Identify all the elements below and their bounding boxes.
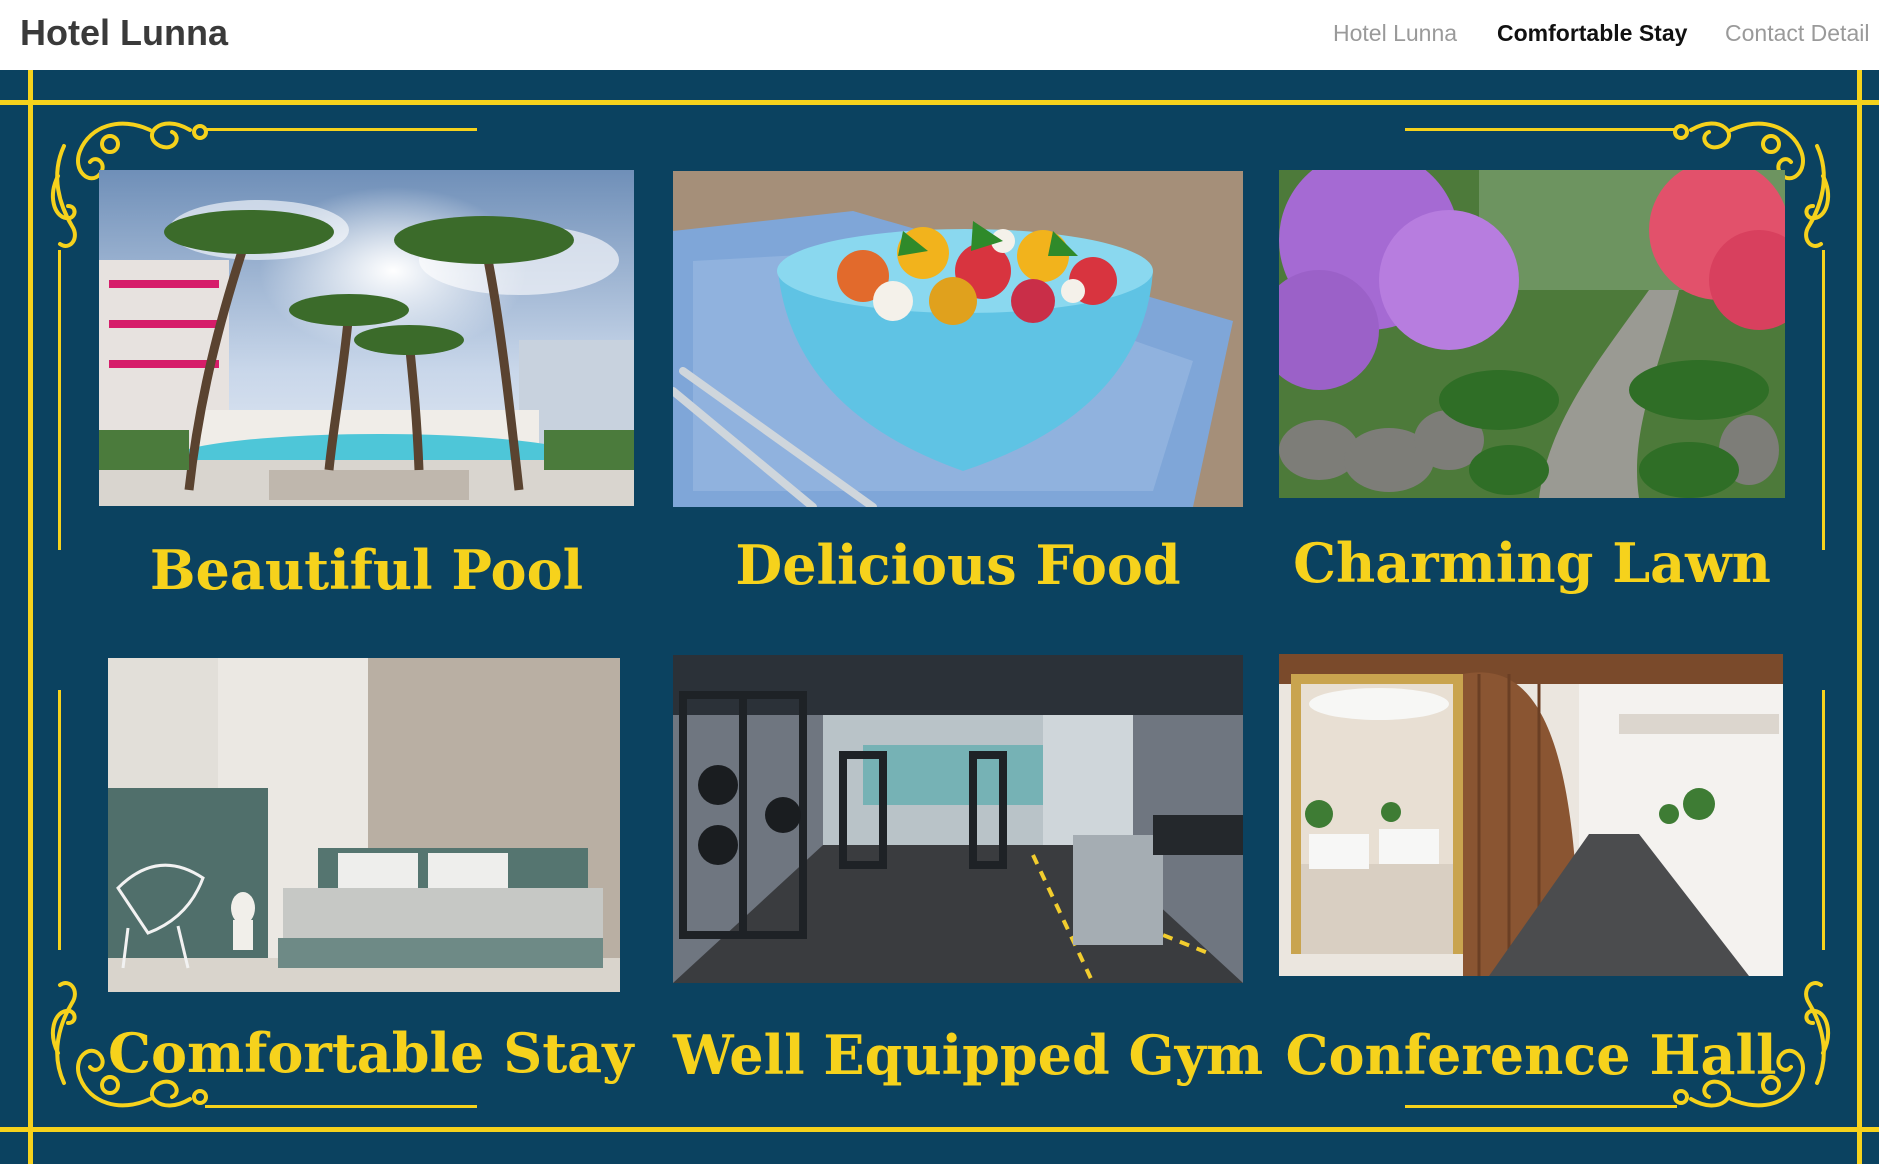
- features-panel: Beautiful Pool Delicious Food Charming L…: [0, 70, 1879, 1164]
- frame-inner-top-right: [1405, 128, 1677, 131]
- feature-title-stay: Comfortable Stay: [108, 1021, 634, 1085]
- nav-link-contact-detail[interactable]: Contact Detail: [1725, 20, 1869, 47]
- pool-photo: [99, 170, 634, 506]
- brand-logo[interactable]: Hotel Lunna: [20, 12, 228, 54]
- frame-line-top: [0, 100, 1879, 105]
- frame-line-bottom: [0, 1127, 1879, 1132]
- top-navbar: Hotel Lunna Hotel Lunna Comfortable Stay…: [0, 0, 1879, 70]
- lobby-photo: [1279, 654, 1783, 976]
- frame-inner-left-upper: [58, 250, 61, 550]
- feature-title-conference: Conference Hall: [1285, 1023, 1777, 1087]
- garden-path-photo: [1279, 170, 1785, 498]
- nav-link-hotel-lunna[interactable]: Hotel Lunna: [1333, 20, 1457, 47]
- frame-inner-right-lower: [1822, 690, 1825, 950]
- frame-inner-top-left: [205, 128, 477, 131]
- frame-inner-bottom-left: [205, 1105, 477, 1108]
- feature-title-pool: Beautiful Pool: [149, 538, 584, 602]
- salad-bowl-photo: [673, 171, 1243, 507]
- feature-title-gym: Well Equipped Gym: [673, 1023, 1264, 1087]
- frame-inner-right-upper: [1822, 250, 1825, 550]
- feature-title-lawn: Charming Lawn: [1293, 531, 1771, 595]
- frame-inner-left-lower: [58, 690, 61, 950]
- feature-title-food: Delicious Food: [735, 533, 1181, 597]
- frame-line-left: [28, 70, 33, 1164]
- gym-photo: [673, 655, 1243, 983]
- bedroom-photo: [108, 658, 620, 992]
- frame-inner-bottom-right: [1405, 1105, 1677, 1108]
- nav-link-comfortable-stay[interactable]: Comfortable Stay: [1497, 20, 1687, 47]
- frame-line-right: [1857, 70, 1862, 1164]
